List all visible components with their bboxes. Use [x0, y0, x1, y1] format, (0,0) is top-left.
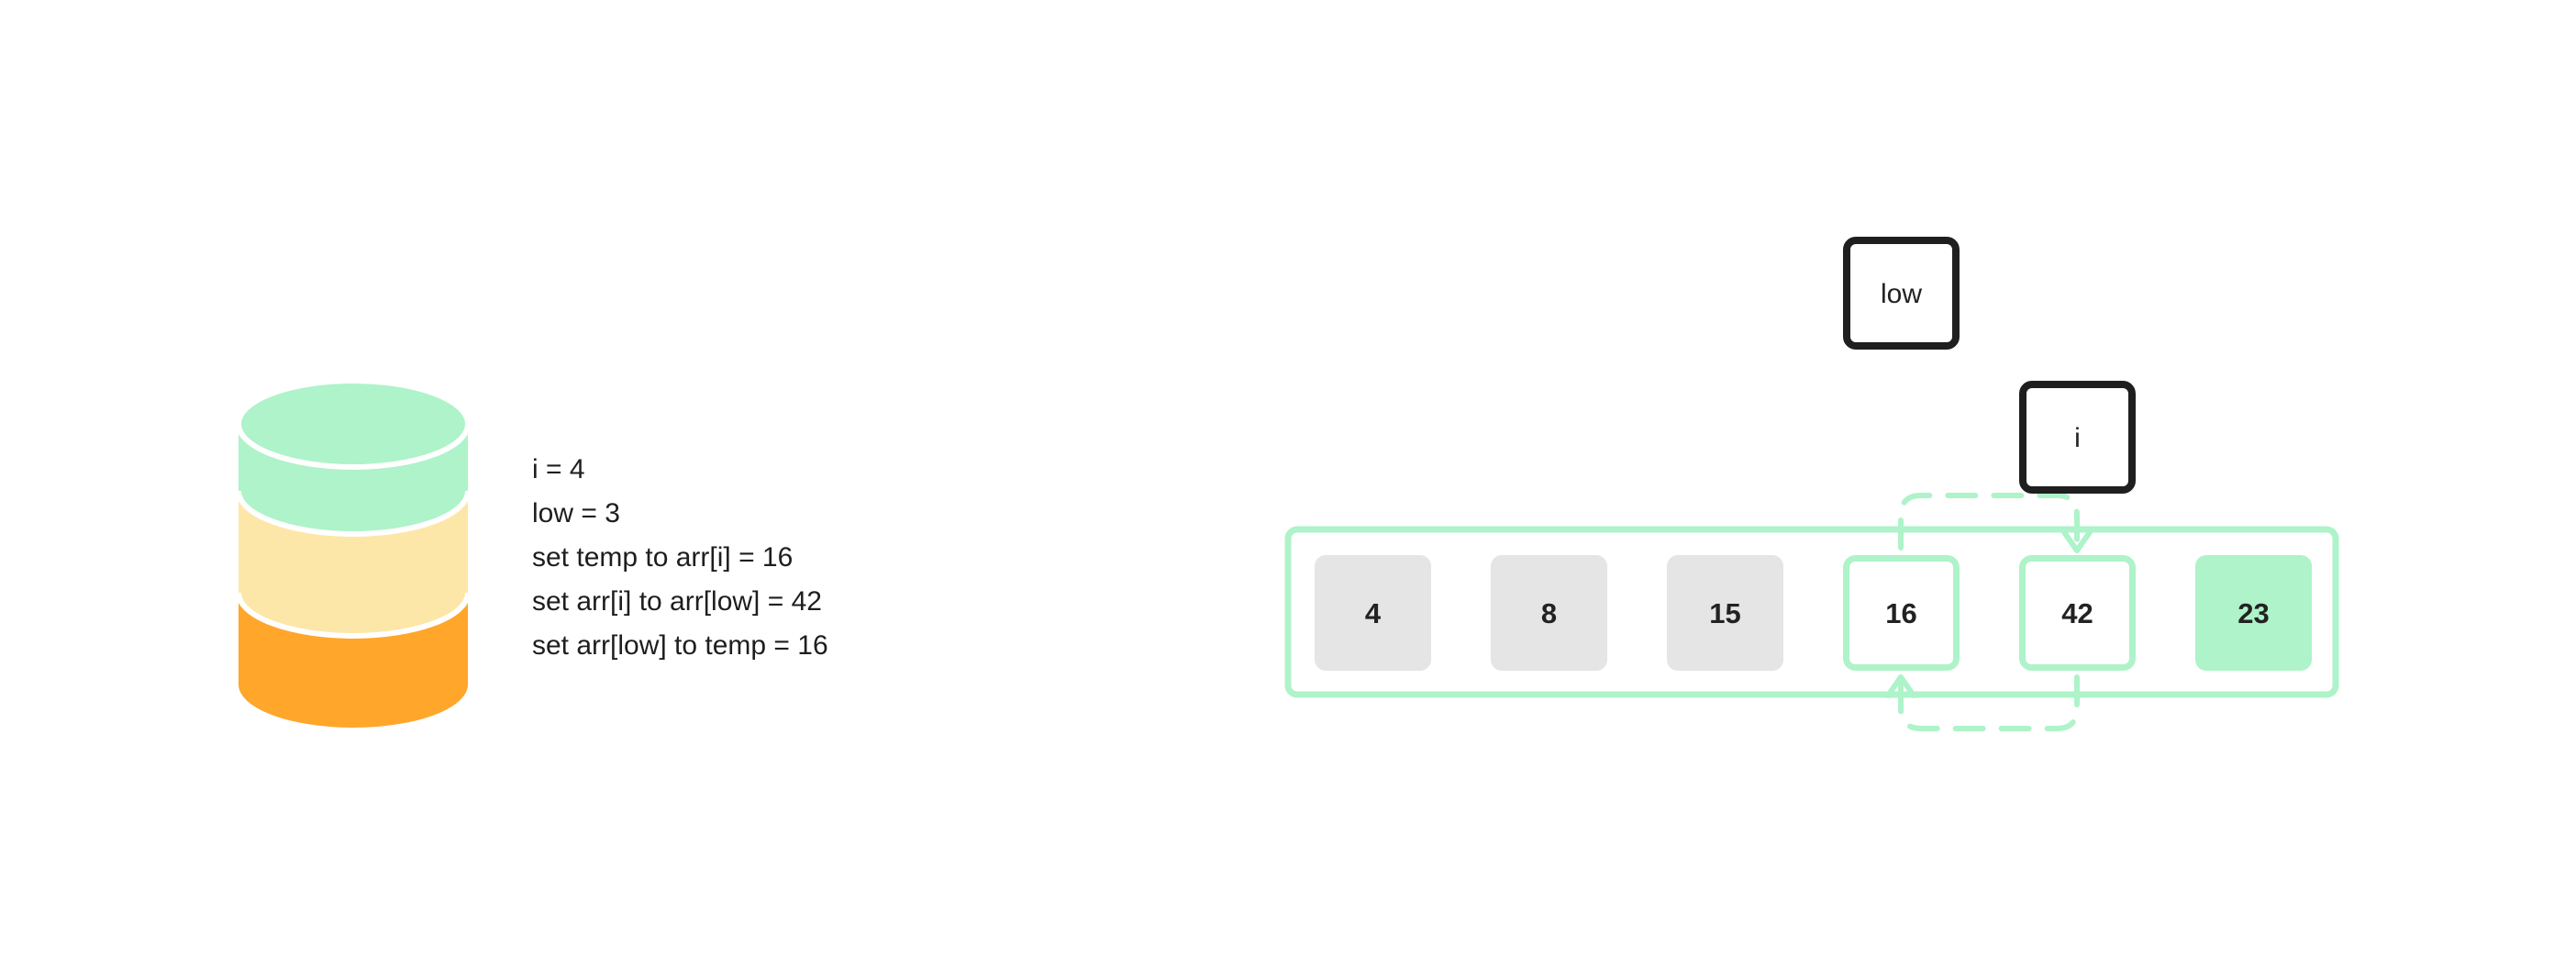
array-cell: 23: [2195, 555, 2312, 671]
array-cell: 8: [1491, 555, 1607, 671]
diagram-canvas: 4 8 15 16 42 23 low i: [236, 237, 2339, 731]
array-container: [1284, 526, 2339, 698]
cell-value: 16: [1885, 597, 1916, 629]
array-cell: 16: [1843, 555, 1960, 671]
cell-value: 23: [2237, 597, 2269, 629]
database-stack-icon: [236, 378, 471, 728]
variable-line: low = 3: [532, 498, 620, 529]
array-cell: 4: [1315, 555, 1431, 671]
variable-line: set arr[i] to arr[low] = 42: [532, 586, 822, 617]
cell-value: 42: [2061, 597, 2093, 629]
cell-value: 8: [1541, 597, 1557, 629]
stack-top-cap: [236, 378, 471, 470]
swap-arrow-bottom: [1898, 674, 2080, 731]
pointer-low: low: [1843, 237, 1960, 350]
swap-arrow-top: [1898, 493, 2080, 551]
array-cell: 15: [1667, 555, 1783, 671]
cell-value: 4: [1365, 597, 1382, 629]
variable-line: i = 4: [532, 454, 585, 484]
pointer-label: low: [1881, 279, 1922, 309]
pointer-i: i: [2019, 381, 2136, 494]
variable-line: set arr[low] to temp = 16: [532, 630, 828, 661]
cell-value: 15: [1709, 597, 1740, 629]
variable-line: set temp to arr[i] = 16: [532, 542, 794, 573]
pointer-label: i: [2074, 423, 2081, 453]
variable-list: i = 4 low = 3 set temp to arr[i] = 16 se…: [532, 448, 828, 668]
array-cell: 42: [2019, 555, 2136, 671]
